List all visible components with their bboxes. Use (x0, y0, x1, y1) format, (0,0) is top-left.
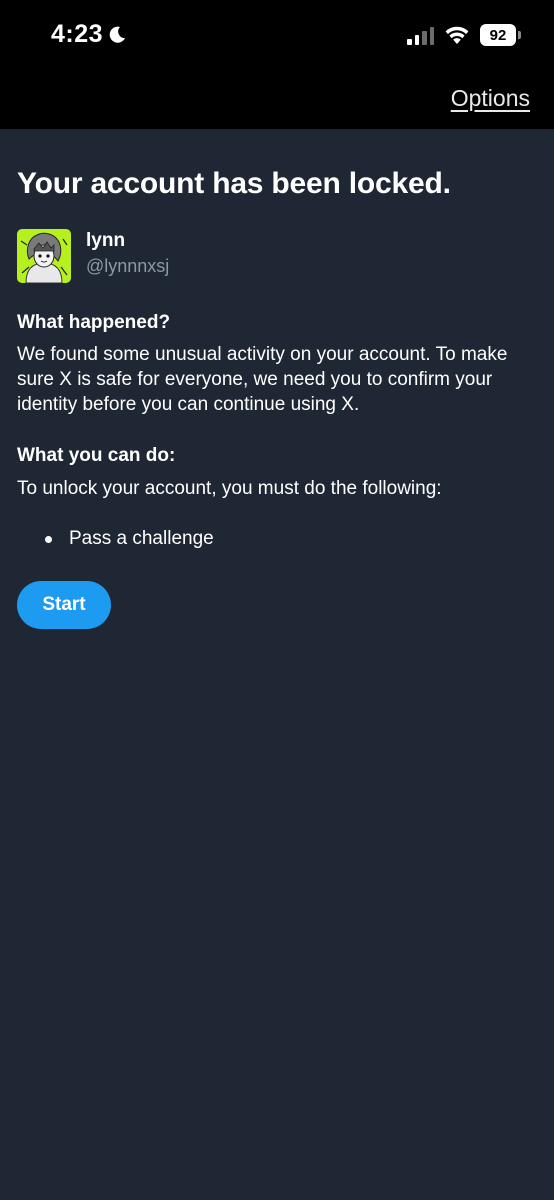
wifi-icon (445, 26, 469, 44)
what-you-can-do-heading: What you can do: (17, 445, 176, 466)
step-label: Pass a challenge (69, 528, 214, 549)
battery-icon: 92 (480, 24, 521, 46)
user-handle: @lynnnxsj (86, 256, 170, 276)
avatar (17, 229, 71, 283)
status-bar-time: 4:23 (51, 20, 127, 49)
what-happened-heading: What happened? (17, 312, 171, 333)
time-text: 4:23 (51, 20, 104, 48)
status-bar-indicators: 92 (407, 24, 521, 46)
page-title: Your account has been locked. (17, 167, 451, 200)
moon-icon (109, 26, 126, 43)
what-happened-body: We found some unusual activity on your a… (17, 344, 508, 415)
bullet-icon (45, 535, 52, 543)
battery-level: 92 (489, 26, 507, 44)
user-name: lynn (86, 230, 126, 251)
avatar-image (17, 229, 71, 283)
options-link[interactable]: Options (451, 85, 530, 112)
start-button[interactable]: Start (17, 581, 111, 629)
what-you-can-do-body: To unlock your account, you must do the … (17, 478, 442, 499)
top-bar: 4:23 92 Options (0, 0, 554, 129)
list-item: Pass a challenge (45, 528, 214, 550)
cellular-signal-icon (407, 25, 434, 45)
